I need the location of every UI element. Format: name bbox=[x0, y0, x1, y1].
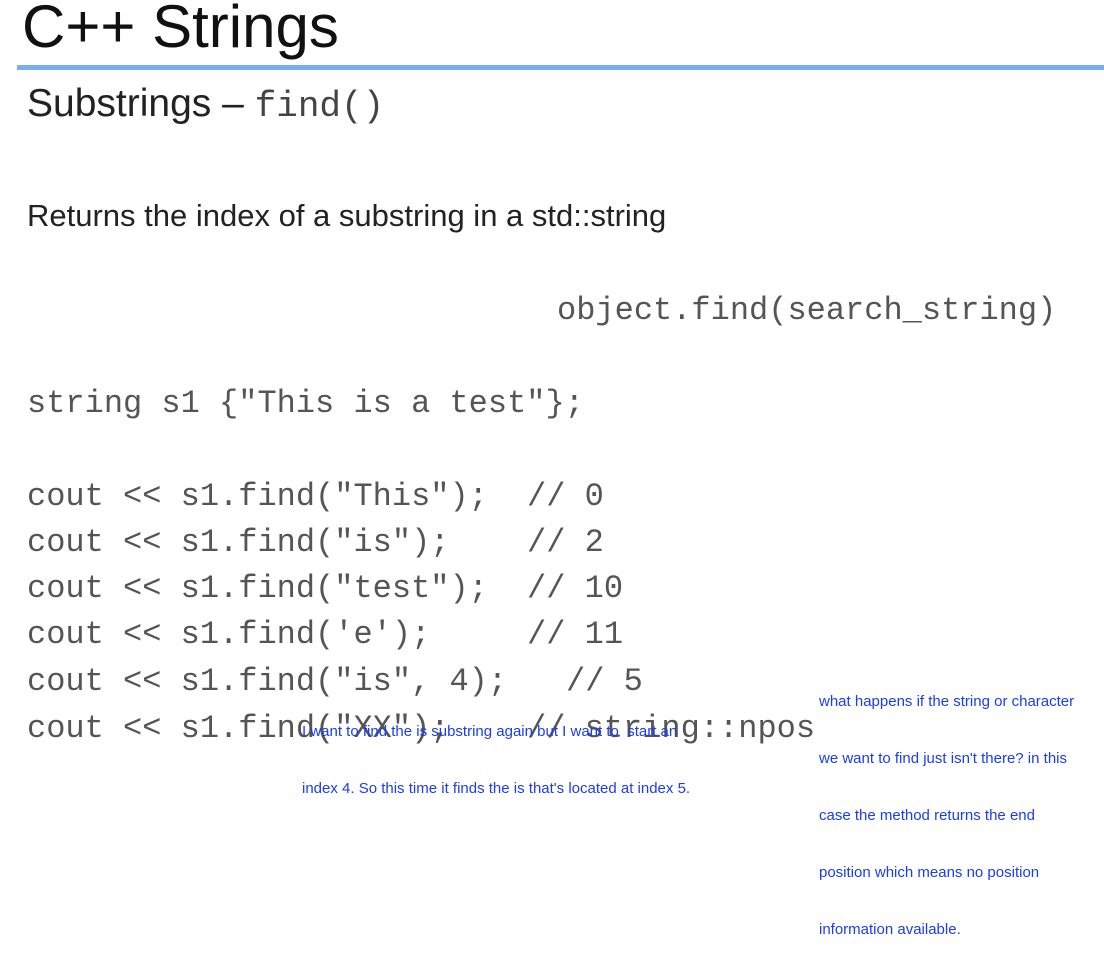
annotation-line: case the method returns the end bbox=[819, 807, 1035, 824]
code-line: cout << s1.find("test"); bbox=[27, 570, 488, 607]
description: Returns the index of a substring in a st… bbox=[27, 198, 667, 233]
annotation-right: what happens if the string or character … bbox=[819, 654, 1074, 958]
annotation-line: what happens if the string or character bbox=[819, 693, 1075, 710]
annotation-line: I want to find the is substring again bu… bbox=[302, 723, 678, 740]
slide-subtitle: Substrings – find() bbox=[27, 82, 384, 127]
code-comment: // 0 bbox=[527, 478, 604, 515]
annotation-left: I want to find the is substring again bu… bbox=[302, 684, 690, 817]
subtitle-text: Substrings – bbox=[27, 82, 255, 125]
code-comment: // 10 bbox=[527, 570, 624, 607]
annotation-line: information available. bbox=[819, 921, 961, 938]
code-comment: // 11 bbox=[527, 616, 624, 653]
slide-title: C++ Strings bbox=[22, 0, 339, 60]
code-comment: // 2 bbox=[527, 524, 604, 561]
syntax-line: object.find(search_string) bbox=[557, 292, 1057, 329]
code-line: cout << s1.find('e'); bbox=[27, 616, 431, 653]
code-line: cout << s1.find("is"); bbox=[27, 524, 450, 561]
code-line: cout << s1.find("This"); bbox=[27, 478, 488, 515]
title-divider bbox=[17, 65, 1104, 70]
subtitle-code: find() bbox=[254, 86, 385, 127]
annotation-line: index 4. So this time it finds the is th… bbox=[302, 780, 691, 797]
annotation-line: we want to find just isn't there? in thi… bbox=[819, 750, 1067, 767]
annotation-line: position which means no position bbox=[819, 864, 1040, 881]
declaration-line: string s1 {"This is a test"}; bbox=[27, 385, 584, 422]
